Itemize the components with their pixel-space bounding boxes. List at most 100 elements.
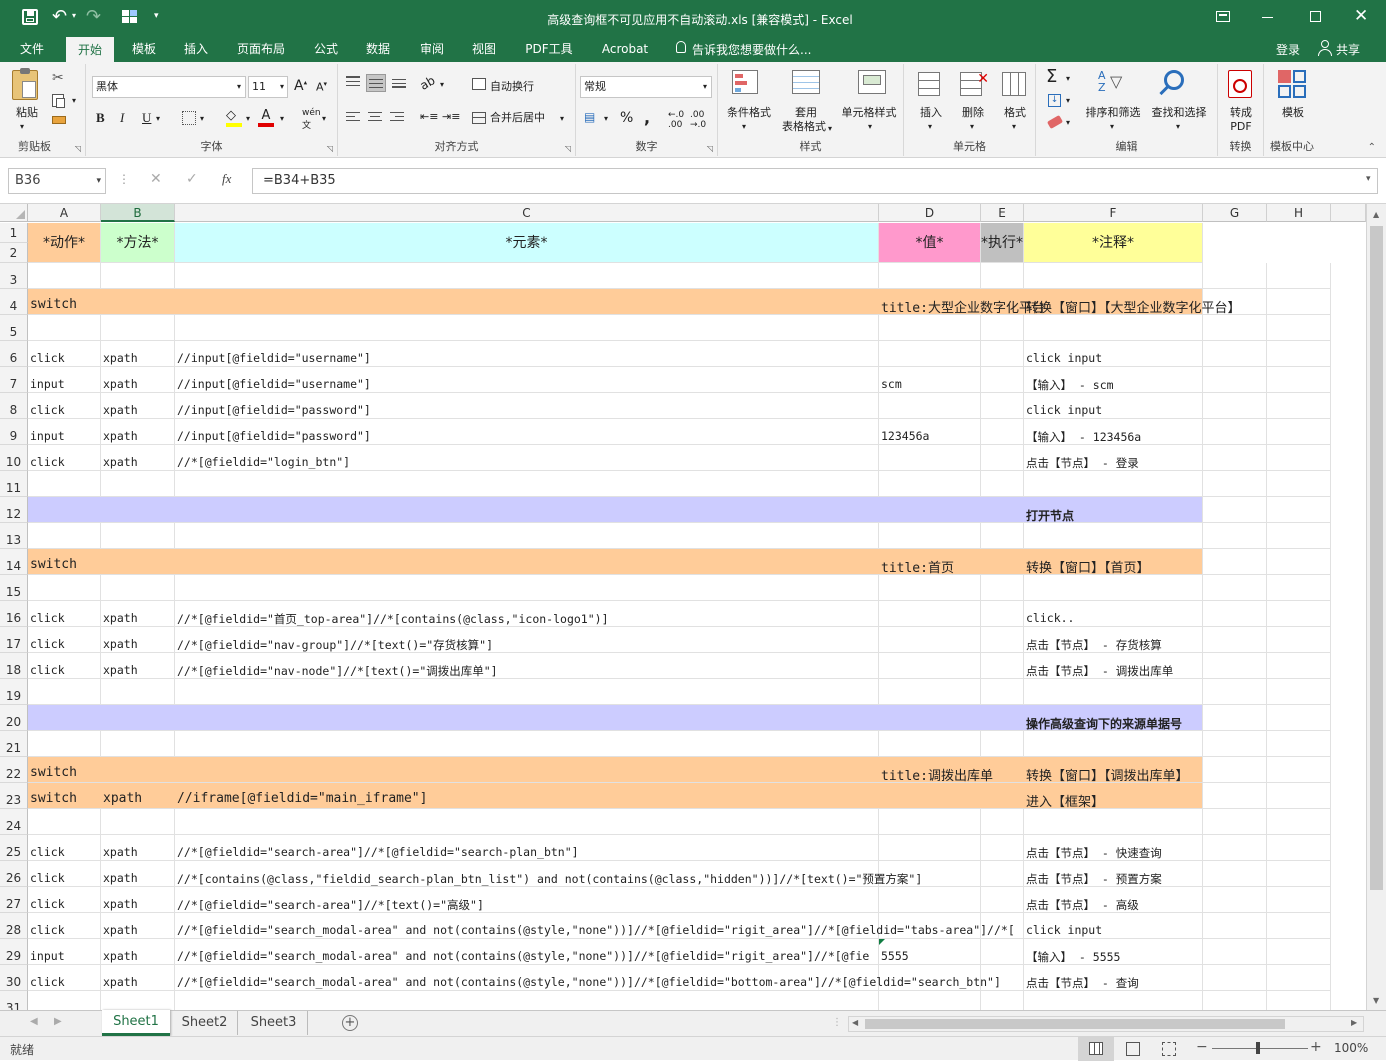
expand-formula-icon[interactable]: ▾ — [1366, 174, 1371, 184]
redo-icon[interactable]: ↷ — [86, 6, 101, 27]
horizontal-scroll-thumb[interactable] — [865, 1019, 1285, 1029]
cell-e18[interactable] — [981, 653, 1024, 679]
row-header-7[interactable]: 7 — [0, 367, 28, 393]
paste-dropdown-icon[interactable]: ▾ — [20, 120, 24, 134]
row-header-15[interactable]: 15 — [0, 575, 28, 601]
cell-e24[interactable] — [981, 809, 1024, 835]
cell-d3[interactable] — [879, 263, 981, 289]
orientation-dropdown-icon[interactable]: ▾ — [440, 80, 444, 89]
cell-c19[interactable] — [175, 679, 879, 705]
header-cell-e[interactable]: *执行* — [981, 223, 1024, 263]
cell-c24[interactable] — [175, 809, 879, 835]
cell-h4[interactable] — [1267, 289, 1331, 315]
font-name-select[interactable]: 黑体 ▾ — [92, 76, 246, 98]
underline-button[interactable]: U — [142, 110, 151, 126]
comma-button[interactable]: , — [644, 108, 650, 127]
merge-center-icon[interactable] — [472, 112, 486, 124]
cell-e8[interactable] — [981, 393, 1024, 419]
cell-e23[interactable] — [981, 783, 1024, 809]
row-header-20[interactable]: 20 — [0, 705, 28, 731]
cell-f24[interactable] — [1024, 809, 1203, 835]
grow-font-icon[interactable]: A▴ — [294, 78, 307, 94]
align-right-icon[interactable] — [390, 112, 404, 124]
header-cell-f[interactable]: *注释* — [1024, 223, 1203, 263]
cell-a21[interactable] — [28, 731, 101, 757]
row-header-24[interactable]: 24 — [0, 809, 28, 835]
undo-dropdown-icon[interactable]: ▾ — [72, 11, 76, 20]
decrease-decimal-icon[interactable]: .00 →.0 — [690, 110, 706, 130]
find-select-icon[interactable] — [1159, 70, 1184, 96]
sheet-tab-sheet1[interactable]: Sheet1 — [102, 1010, 170, 1036]
underline-dropdown-icon[interactable]: ▾ — [156, 114, 160, 123]
convert-pdf-line1[interactable]: 转成 — [1226, 106, 1256, 120]
decrease-indent-icon[interactable]: ⇤≡ — [420, 110, 438, 123]
page-break-view-icon[interactable] — [1162, 1042, 1176, 1056]
cell-a3[interactable] — [28, 263, 101, 289]
horizontal-scrollbar[interactable]: ◀ ▶ — [848, 1016, 1364, 1032]
fill-color-dropdown-icon[interactable]: ▾ — [246, 114, 250, 123]
cell-d17[interactable] — [879, 627, 981, 653]
conditional-format-icon[interactable] — [732, 70, 758, 94]
cell-e20[interactable] — [981, 705, 1024, 731]
merge-center-button[interactable]: 合并后居中 — [490, 111, 545, 125]
insert-cells-button[interactable]: 插入 — [918, 106, 944, 120]
more-options-icon[interactable]: ⋮ — [118, 172, 130, 186]
cell-c21[interactable] — [175, 731, 879, 757]
tab-formulas[interactable]: 公式 — [304, 36, 348, 62]
cell-d12[interactable] — [879, 497, 981, 523]
scroll-up-icon[interactable]: ▲ — [1373, 210, 1379, 219]
align-top-icon[interactable] — [346, 76, 360, 88]
font-color-icon[interactable]: A — [258, 108, 274, 127]
column-header-h[interactable]: H — [1267, 204, 1331, 222]
header-cell-d[interactable]: *值* — [879, 223, 981, 263]
normal-view-icon[interactable] — [1078, 1037, 1114, 1061]
clear-icon[interactable] — [1046, 115, 1064, 129]
tab-view[interactable]: 视图 — [462, 36, 506, 62]
shrink-font-icon[interactable]: A▾ — [316, 80, 327, 94]
cell-h23[interactable] — [1267, 783, 1331, 809]
row-header-8[interactable]: 8 — [0, 393, 28, 419]
zoom-level[interactable]: 100% — [1334, 1041, 1368, 1055]
accounting-format-icon[interactable]: ▤ — [584, 110, 595, 124]
cell-d11[interactable] — [879, 471, 981, 497]
tab-page-layout[interactable]: 页面布局 — [230, 36, 292, 62]
vertical-scroll-thumb[interactable] — [1370, 226, 1383, 890]
cell-h18[interactable] — [1267, 653, 1331, 679]
confirm-entry-icon[interactable]: ✓ — [186, 171, 198, 187]
formula-input[interactable]: =B34+B35 — [252, 168, 1378, 194]
close-icon[interactable]: ✕ — [1354, 6, 1368, 26]
share-button[interactable]: 共享 — [1336, 41, 1360, 58]
row-header-10[interactable]: 10 — [0, 445, 28, 471]
sort-filter-button[interactable]: 排序和筛选 — [1080, 106, 1146, 120]
align-middle-icon[interactable] — [366, 74, 386, 92]
increase-indent-icon[interactable]: ⇥≡ — [442, 110, 460, 123]
cell-h3[interactable] — [1267, 263, 1331, 289]
bold-button[interactable]: B — [96, 110, 105, 126]
cell-g20[interactable] — [1203, 705, 1267, 731]
cell-h24[interactable] — [1267, 809, 1331, 835]
cell-d6[interactable] — [879, 341, 981, 367]
copy-icon[interactable] — [52, 94, 65, 108]
alignment-launcher-icon[interactable]: ◹ — [565, 144, 571, 153]
cell-f19[interactable] — [1024, 679, 1203, 705]
tab-split-handle[interactable]: ⋮ — [832, 1017, 842, 1028]
column-header-g[interactable]: G — [1203, 204, 1267, 222]
accounting-dropdown-icon[interactable]: ▾ — [604, 114, 608, 123]
row-header-25[interactable]: 25 — [0, 835, 28, 861]
format-dropdown-icon[interactable]: ▾ — [1012, 120, 1016, 134]
cell-a19[interactable] — [28, 679, 101, 705]
cell-h13[interactable] — [1267, 523, 1331, 549]
login-link[interactable]: 登录 — [1276, 41, 1300, 58]
delete-cells-icon[interactable]: ✕ — [960, 71, 989, 96]
cell-b14[interactable] — [101, 549, 175, 575]
align-bottom-icon[interactable] — [392, 76, 406, 88]
borders-dropdown-icon[interactable]: ▾ — [200, 114, 204, 123]
align-left-icon[interactable] — [346, 112, 360, 124]
number-launcher-icon[interactable]: ◹ — [707, 144, 713, 153]
vertical-scrollbar[interactable]: ▲ ▼ — [1366, 204, 1386, 1010]
cell-b4[interactable] — [101, 289, 175, 315]
cell-b13[interactable] — [101, 523, 175, 549]
cell-g24[interactable] — [1203, 809, 1267, 835]
cell-f5[interactable] — [1024, 315, 1203, 341]
cell-g8[interactable] — [1203, 393, 1267, 419]
